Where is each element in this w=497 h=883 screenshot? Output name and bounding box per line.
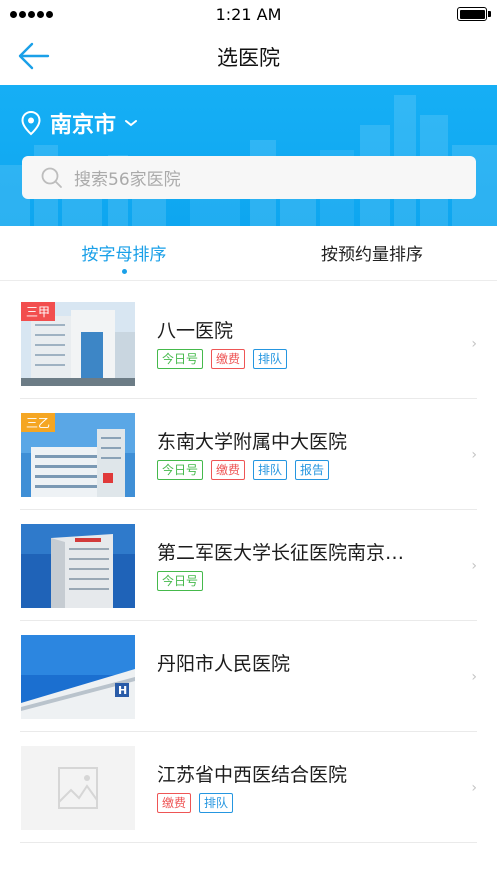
hospital-name: 八一医院 <box>157 320 234 342</box>
hospital-name: 江苏省中西医结合医院 <box>157 764 348 786</box>
chevron-right-icon: › <box>471 780 477 796</box>
service-tags: 今日号 缴费 排队 报告 <box>157 460 330 480</box>
tag-payment: 缴费 <box>157 793 192 813</box>
status-time: 1:21 AM <box>215 5 282 24</box>
hospital-row[interactable]: 江苏省中西医结合医院 缴费 排队 › <box>0 732 497 843</box>
chevron-right-icon: › <box>471 336 477 352</box>
hospital-photo: 三乙 <box>21 413 135 497</box>
svg-text:H: H <box>118 684 127 697</box>
location-pin-icon <box>21 110 41 136</box>
tab-sort-by-appointments[interactable]: 按预约量排序 <box>248 226 496 281</box>
city-name: 南京市 <box>50 113 117 138</box>
hospital-name: 东南大学附属中大医院 <box>157 431 348 453</box>
tag-queue: 排队 <box>253 460 288 480</box>
search-icon <box>41 167 62 188</box>
battery-icon <box>457 7 491 21</box>
service-tags: 缴费 排队 <box>157 793 234 813</box>
service-tags: 今日号 缴费 排队 <box>157 349 288 369</box>
tag-payment: 缴费 <box>211 460 246 480</box>
tag-today-number: 今日号 <box>157 571 204 591</box>
search-placeholder: 搜索56家医院 <box>74 170 181 190</box>
chevron-right-icon: › <box>471 558 477 574</box>
location-search-banner: 南京市 搜索56家医院 <box>0 85 497 226</box>
hospital-rank-badge: 三甲 <box>21 302 56 321</box>
tag-queue: 排队 <box>253 349 288 369</box>
hospital-search-input[interactable]: 搜索56家医院 <box>22 156 476 199</box>
tag-report: 报告 <box>295 460 330 480</box>
city-selector[interactable]: 南京市 <box>20 107 138 139</box>
hospital-name: 丹阳市人民医院 <box>157 653 291 675</box>
tag-today-number: 今日号 <box>157 460 204 480</box>
hospital-photo: 三甲 <box>21 302 135 386</box>
hospital-list: 三甲 八一医院 今日号 缴费 排队 › 三乙 东南大学附属中大医院 今日号 缴费… <box>0 288 497 843</box>
hospital-row[interactable]: 三甲 八一医院 今日号 缴费 排队 › <box>0 288 497 399</box>
active-tab-indicator <box>122 269 127 274</box>
hospital-row[interactable]: 三乙 东南大学附属中大医院 今日号 缴费 排队 报告 › <box>0 399 497 510</box>
chevron-right-icon: › <box>471 669 477 685</box>
hospital-row[interactable]: H 丹阳市人民医院 › <box>0 621 497 732</box>
hospital-rank-badge: 三乙 <box>21 413 56 432</box>
hospital-photo <box>21 524 135 608</box>
hospital-name: 第二军医大学长征医院南京… <box>157 542 405 564</box>
hospital-row[interactable]: 第二军医大学长征医院南京… 今日号 › <box>0 510 497 621</box>
hospital-photo: H <box>21 635 135 719</box>
tag-queue: 排队 <box>199 793 234 813</box>
tag-today-number: 今日号 <box>157 349 204 369</box>
nav-bar: 选医院 <box>0 30 497 85</box>
service-tags: 今日号 <box>157 571 204 591</box>
image-placeholder-icon <box>21 746 135 830</box>
status-bar: 1:21 AM <box>0 0 497 30</box>
tag-payment: 缴费 <box>211 349 246 369</box>
page-title: 选医院 <box>217 46 280 70</box>
chevron-down-icon <box>125 120 138 127</box>
chevron-right-icon: › <box>471 447 477 463</box>
sort-tabs: 按字母排序 按预约量排序 <box>0 226 497 281</box>
